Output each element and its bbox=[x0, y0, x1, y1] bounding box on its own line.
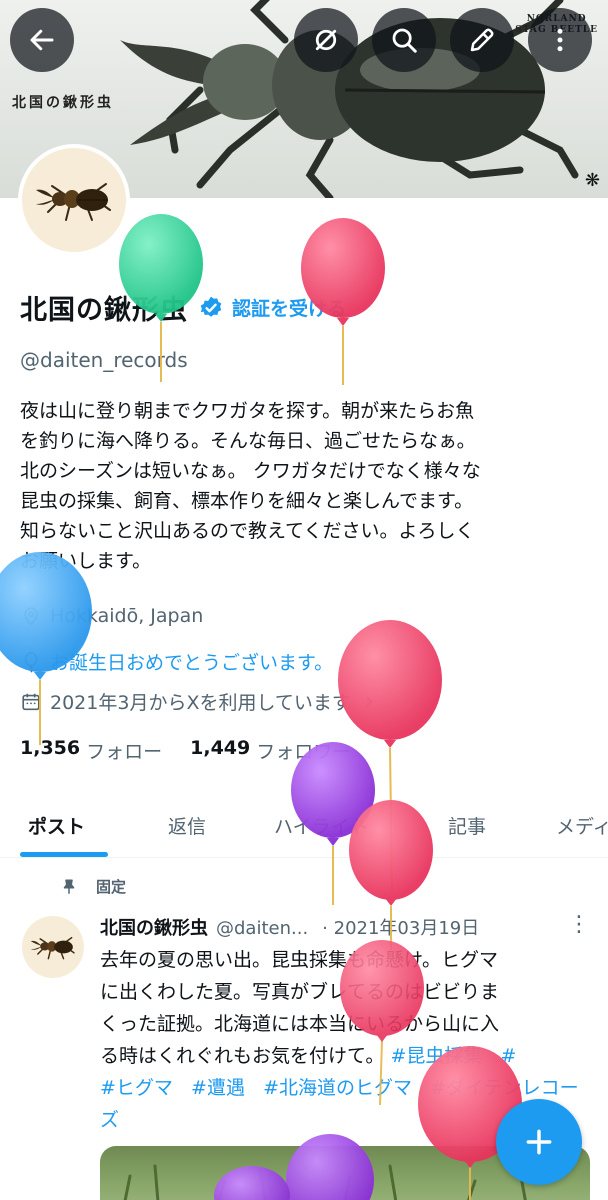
verified-badge-icon[interactable] bbox=[198, 295, 224, 321]
tab-highlights[interactable]: ハイライト bbox=[274, 812, 369, 839]
calendar-icon bbox=[22, 693, 40, 710]
active-tab-indicator bbox=[20, 852, 108, 857]
grok-button[interactable] bbox=[294, 8, 358, 72]
more-options-button[interactable] bbox=[528, 8, 592, 72]
tweet-author-name[interactable]: 北国の鍬形虫 bbox=[100, 914, 208, 940]
balloon-icon bbox=[24, 651, 38, 673]
joined-text: 2021年3月からXを利用しています bbox=[50, 692, 351, 714]
arrow-left-icon bbox=[30, 29, 54, 51]
grok-icon bbox=[315, 29, 337, 51]
hashtag-link[interactable]: #北海道のヒグマ bbox=[263, 1077, 412, 1099]
bio-line: 北のシーズンは短いなぁ。 クワガタだけでなく様々な bbox=[20, 460, 481, 482]
birthday-text: お誕生日おめでとうございます。 bbox=[50, 652, 334, 674]
follow-stats: 1,356 フォロー 1,449 フォロワー bbox=[20, 737, 379, 764]
display-name: 北国の鍬形虫 bbox=[20, 295, 188, 326]
banner-title: 北国の鍬形虫 bbox=[12, 95, 114, 111]
location-text: Hokkaidō, Japan bbox=[50, 605, 204, 627]
bio-line: を釣りに海へ降りる。そんな毎日、過ごせたらなぁ。 bbox=[20, 430, 476, 452]
tab-posts[interactable]: ポスト bbox=[28, 812, 85, 839]
bio-line: お願いします。 bbox=[20, 550, 152, 572]
tab-articles[interactable]: 記事 bbox=[448, 812, 486, 839]
edit-profile-button[interactable] bbox=[450, 8, 514, 72]
tab-replies[interactable]: 返信 bbox=[168, 812, 206, 839]
birthday-row: お誕生日おめでとうございます。 bbox=[20, 648, 333, 675]
get-verified-link[interactable]: 認証を受ける bbox=[232, 294, 346, 321]
back-button[interactable] bbox=[10, 8, 74, 72]
location-pin-icon bbox=[24, 607, 38, 626]
hashtag-link[interactable]: #遭遇 bbox=[191, 1077, 245, 1099]
profile-bio: 夜は山に登り朝までクワガタを探す。朝が来たらお魚 を釣りに海へ降りる。そんな毎日… bbox=[20, 396, 596, 576]
plus-icon bbox=[526, 1129, 552, 1155]
profile-handle: @daiten_records bbox=[20, 348, 188, 372]
tab-media[interactable]: メディア bbox=[556, 812, 608, 839]
search-button[interactable] bbox=[372, 8, 436, 72]
compose-post-button[interactable] bbox=[496, 1099, 582, 1185]
chevron-right-icon[interactable]: › bbox=[365, 689, 374, 714]
stag-beetle-avatar-icon bbox=[36, 183, 111, 221]
followers-count[interactable]: 1,449 bbox=[190, 737, 250, 764]
following-label[interactable]: フォロー bbox=[86, 737, 162, 764]
bio-line: 知らないこと沢山あるので教えてください。よろしく bbox=[20, 520, 475, 542]
joined-row: 2021年3月からXを利用しています › bbox=[20, 688, 374, 715]
tweet-line: に出くわした夏。写真がブレてるのはビビりま bbox=[100, 981, 500, 1003]
more-vertical-icon bbox=[557, 28, 563, 52]
tweet-date[interactable]: · 2021年03月19日 bbox=[322, 914, 479, 940]
tweet-more-icon[interactable]: ⋮ bbox=[568, 912, 590, 937]
tweet-avatar[interactable] bbox=[22, 916, 84, 978]
tweet-author-handle[interactable]: @daiten... bbox=[216, 918, 308, 939]
name-row: 北国の鍬形虫 認証を受ける bbox=[20, 288, 346, 327]
pin-icon bbox=[63, 879, 75, 894]
hashtag-link[interactable]: #昆虫採集 bbox=[390, 1045, 482, 1067]
bio-line: 夜は山に登り朝までクワガタを探す。朝が来たらお魚 bbox=[20, 400, 475, 422]
following-count[interactable]: 1,356 bbox=[20, 737, 80, 764]
tweet-header: 北国の鍬形虫 @daiten... · 2021年03月19日 bbox=[100, 914, 479, 940]
tweet-line: くった証拠。北海道には本当にいるから山に入 bbox=[100, 1013, 500, 1035]
banner-mark-icon: ❋ bbox=[584, 170, 600, 191]
profile-avatar[interactable] bbox=[18, 144, 130, 256]
tweet-line: る時はくれぐれもお気を付けて。 #昆虫採集 # bbox=[100, 1045, 517, 1067]
tweet-line: 去年の夏の思い出。昆虫採集も命懸け。ヒグマ bbox=[100, 949, 499, 971]
hashtag-link[interactable]: #ヒグマ bbox=[100, 1077, 173, 1099]
search-icon bbox=[392, 28, 417, 53]
followers-label[interactable]: フォロワー bbox=[256, 737, 351, 764]
bio-line: 昆虫の採集、飼育、標本作りを細々と楽しんでます。 bbox=[20, 490, 474, 512]
pencil-icon bbox=[470, 28, 494, 52]
pinned-label: 固定 bbox=[60, 876, 126, 897]
location-row: Hokkaidō, Japan bbox=[20, 605, 203, 627]
avatar-image bbox=[22, 148, 126, 252]
profile-tabs: ポスト 返信 ハイライト 記事 メディア bbox=[0, 800, 608, 858]
stag-beetle-avatar-icon bbox=[30, 936, 75, 960]
